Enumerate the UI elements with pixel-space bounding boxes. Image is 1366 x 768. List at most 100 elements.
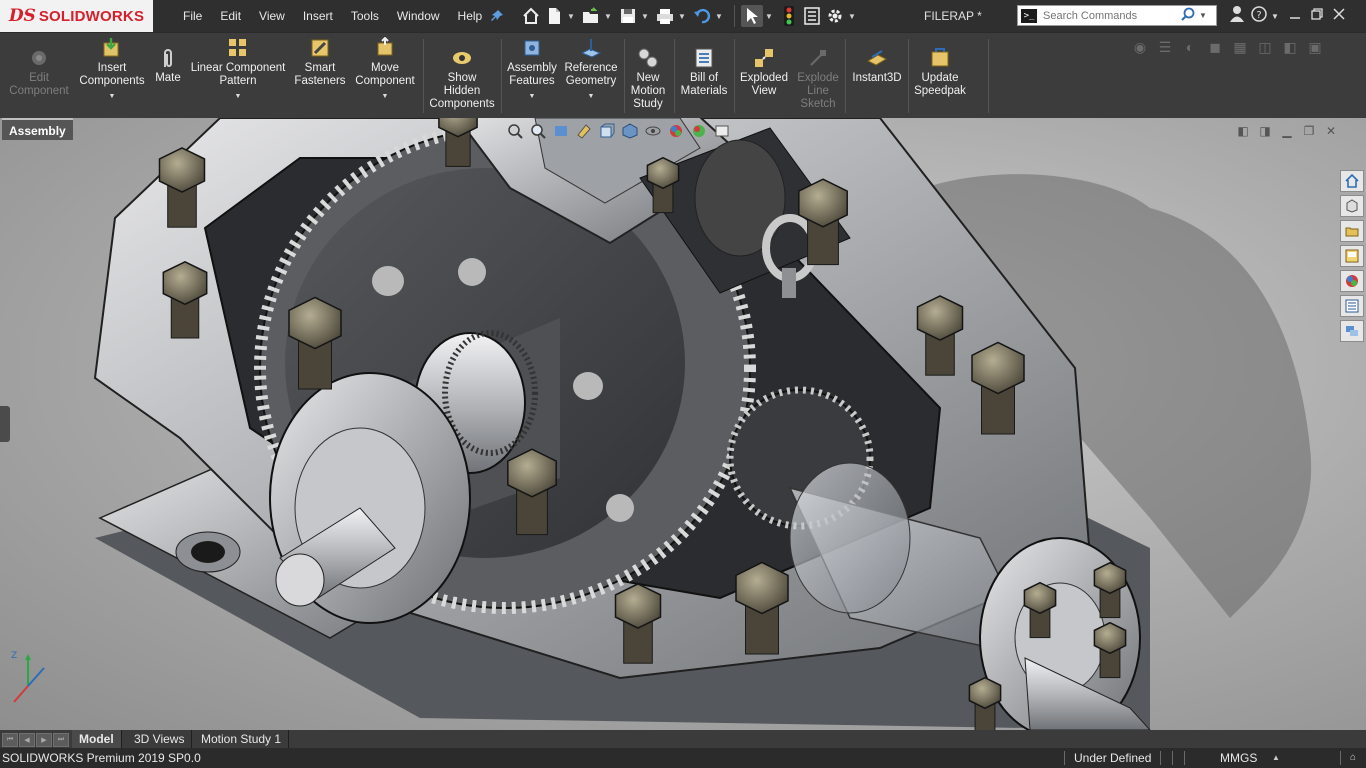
reference-triad-icon: Z (8, 646, 48, 711)
tab-assembly[interactable]: Assembly (2, 118, 73, 140)
menu-file[interactable]: File (183, 0, 211, 32)
file-properties-icon[interactable] (801, 5, 823, 27)
graphics-area[interactable]: ◧ ◨ ▁ ❐ ✕ Z (0, 118, 1366, 730)
restore-window-icon[interactable] (1306, 7, 1328, 25)
new-document-icon[interactable] (543, 5, 565, 27)
save-icon[interactable] (617, 5, 639, 27)
undo-dropdown-chevron-icon[interactable]: ▼ (714, 12, 724, 21)
status-separator (1160, 751, 1161, 765)
ribbon-separator (624, 39, 625, 113)
sensor-icon[interactable]: ◉ (1130, 39, 1150, 57)
home-icon[interactable] (520, 5, 542, 27)
pin-menu-icon[interactable] (489, 8, 505, 24)
tab-3d-views[interactable]: 3D Views (127, 730, 193, 748)
task-pane-tabs (1340, 170, 1366, 345)
reference-geometry-chevron-icon[interactable]: ▼ (588, 90, 595, 103)
display-states-icon[interactable]: ▦ (1230, 39, 1250, 57)
undo-icon[interactable] (691, 5, 713, 27)
select-icon[interactable] (741, 5, 763, 27)
status-separator (1340, 751, 1341, 765)
exploded-view-icon (753, 47, 775, 69)
close-icon[interactable] (1328, 7, 1350, 25)
show-hidden-components-button[interactable]: Show Hidden Components (428, 47, 496, 111)
ribbon-separator (908, 39, 909, 113)
print-dropdown-chevron-icon[interactable]: ▼ (677, 12, 687, 21)
units-dropdown-chevron-icon[interactable]: ▲ (1272, 748, 1280, 768)
menu-edit[interactable]: Edit (211, 0, 250, 32)
update-speedpak-button[interactable]: Update Speedpak (912, 47, 968, 98)
minimize-icon[interactable] (1284, 7, 1306, 25)
menu-bar: File Edit View Insert Tools Window Help (183, 0, 491, 32)
help-icon[interactable]: ? (1248, 5, 1270, 27)
instant3d-button[interactable]: Instant3D (849, 47, 905, 85)
properties-list-icon[interactable]: ☰ (1155, 39, 1175, 57)
exploded-view-button[interactable]: Exploded View (737, 47, 791, 98)
scroll-prev-icon[interactable]: ◀ (19, 733, 35, 747)
search-icon[interactable] (1181, 7, 1195, 24)
quick-tips-icon[interactable]: ⌂ (1350, 748, 1356, 768)
linear-component-pattern-button[interactable]: Linear Component Pattern ▼ (190, 37, 286, 103)
logo-text: SOLIDWORKS (38, 7, 145, 25)
model-tab-bar: ⏮ ◀ ▶ ⏭ Model 3D Views Motion Study 1 (0, 730, 1366, 748)
custom-properties-icon[interactable] (1340, 295, 1364, 317)
status-units[interactable]: MMGS (1220, 748, 1257, 768)
search-dropdown-chevron-icon[interactable]: ▼ (1199, 11, 1207, 20)
open-dropdown-chevron-icon[interactable]: ▼ (603, 12, 613, 21)
menu-insert[interactable]: Insert (294, 0, 342, 32)
forum-icon[interactable] (1340, 320, 1364, 342)
scroll-first-icon[interactable]: ⏮ (2, 733, 18, 747)
move-component-button[interactable]: Move Component ▼ (352, 37, 418, 103)
open-icon[interactable] (580, 5, 602, 27)
routing-icon[interactable]: ◫ (1255, 39, 1275, 57)
scroll-next-icon[interactable]: ▶ (36, 733, 52, 747)
linear-pattern-label: Linear Component Pattern (190, 62, 286, 87)
print-icon[interactable] (654, 5, 676, 27)
appearances-scenes-icon[interactable] (1340, 270, 1364, 292)
component-preview-icon[interactable]: ▣ (1305, 39, 1325, 57)
rebuild-traffic-light-icon[interactable] (778, 5, 800, 27)
motion-study-icon (637, 47, 659, 69)
insert-components-button[interactable]: Insert Components ▼ (78, 37, 146, 103)
reference-geometry-button[interactable]: Reference Geometry ▼ (562, 37, 620, 103)
large-assembly-icon[interactable]: ◧ (1280, 39, 1300, 57)
gearbox-3d-model[interactable] (0, 118, 1366, 730)
bill-of-materials-button[interactable]: Bill of Materials (677, 47, 731, 98)
insert-components-icon (101, 37, 123, 59)
select-dropdown-chevron-icon[interactable]: ▼ (764, 12, 774, 21)
file-explorer-icon[interactable] (1340, 220, 1364, 242)
assembly-features-button[interactable]: Assembly Features ▼ (505, 37, 559, 103)
tab-motion-study-1[interactable]: Motion Study 1 (194, 730, 290, 748)
move-component-chevron-icon[interactable]: ▼ (382, 90, 389, 103)
appearance-icon[interactable]: ◐ (1180, 39, 1200, 57)
menu-view[interactable]: View (250, 0, 294, 32)
solidworks-logo[interactable]: DS SOLIDWORKS (0, 0, 153, 32)
ribbon-separator (845, 39, 846, 113)
options-dropdown-chevron-icon[interactable]: ▼ (847, 12, 857, 21)
help-dropdown-chevron-icon[interactable]: ▼ (1270, 12, 1280, 21)
tab-model[interactable]: Model (72, 730, 122, 748)
assembly-features-chevron-icon[interactable]: ▼ (529, 90, 536, 103)
scene-icon[interactable]: ◼ (1205, 39, 1225, 57)
view-palette-icon[interactable] (1340, 245, 1364, 267)
solidworks-resources-icon[interactable] (1340, 170, 1364, 192)
smart-fasteners-button[interactable]: Smart Fasteners (294, 37, 346, 88)
scroll-last-icon[interactable]: ⏭ (53, 733, 69, 747)
new-dropdown-chevron-icon[interactable]: ▼ (566, 12, 576, 21)
feature-manager-collapse-handle[interactable] (0, 406, 10, 442)
insert-components-chevron-icon[interactable]: ▼ (109, 90, 116, 103)
design-library-icon[interactable] (1340, 195, 1364, 217)
linear-pattern-chevron-icon[interactable]: ▼ (235, 90, 242, 103)
search-commands-input[interactable] (1041, 8, 1177, 23)
mate-button[interactable]: Mate (152, 47, 184, 85)
menu-help[interactable]: Help (449, 0, 492, 32)
status-app-version: SOLIDWORKS Premium 2019 SP0.0 (2, 751, 201, 765)
new-motion-study-button[interactable]: New Motion Study (626, 47, 670, 111)
save-dropdown-chevron-icon[interactable]: ▼ (640, 12, 650, 21)
user-account-icon[interactable] (1226, 5, 1248, 27)
explode-line-sketch-button[interactable]: Explode Line Sketch (794, 47, 842, 111)
menu-tools[interactable]: Tools (342, 0, 388, 32)
edit-component-button[interactable]: Edit Component (8, 47, 70, 98)
menu-window[interactable]: Window (388, 0, 449, 32)
options-gear-icon[interactable] (824, 5, 846, 27)
search-commands-box[interactable]: >_ ▼ (1017, 5, 1217, 26)
